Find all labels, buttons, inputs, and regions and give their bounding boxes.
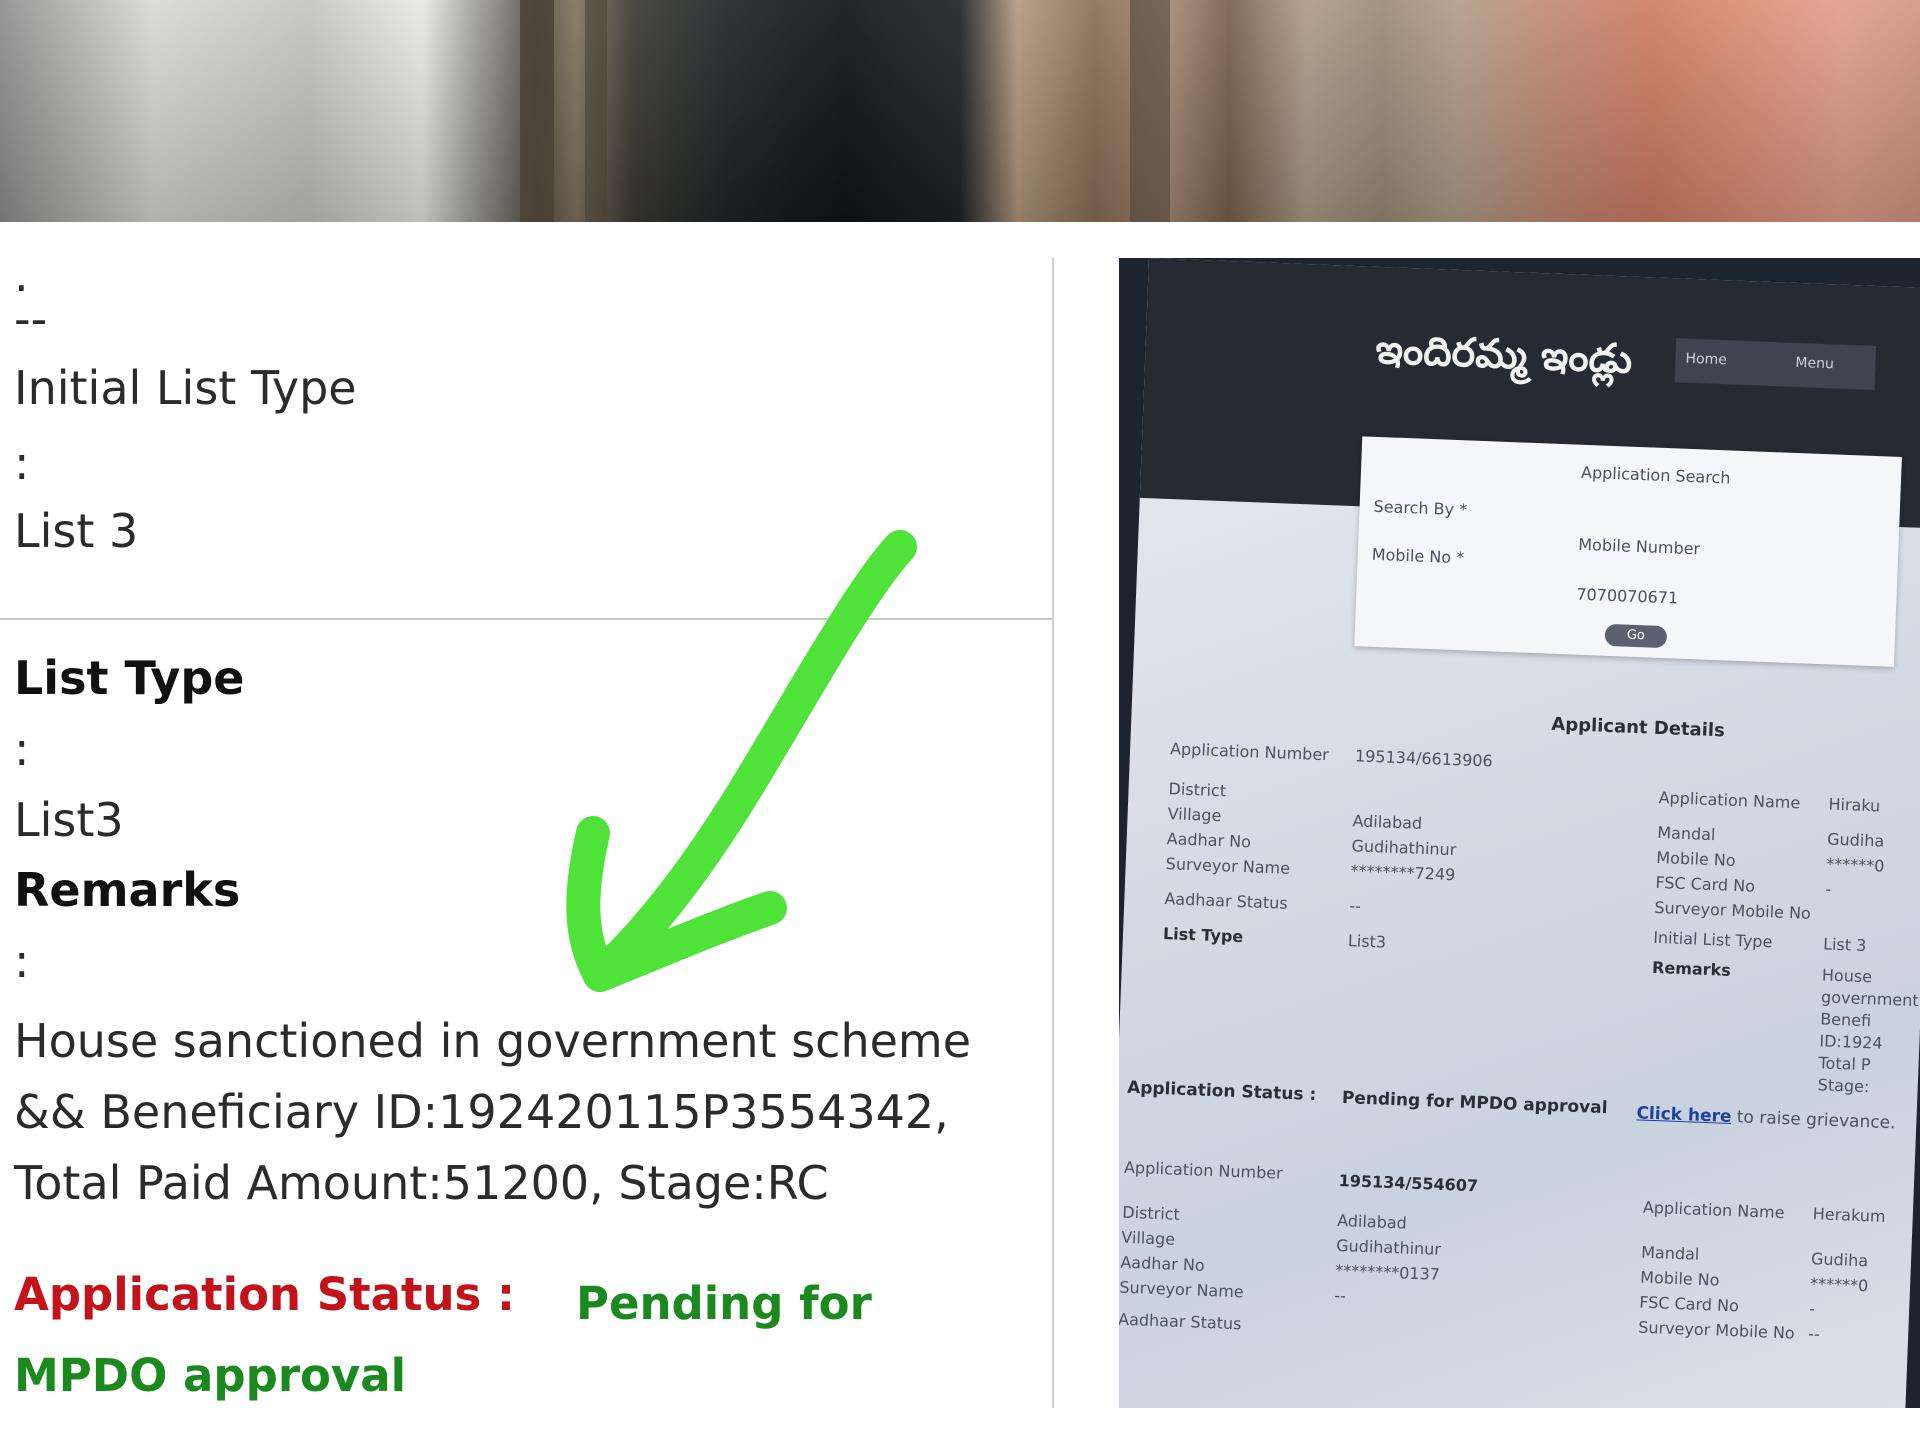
document-menu: Home Menu bbox=[1674, 338, 1877, 390]
initial-list-type-label: Initial List Type bbox=[14, 361, 357, 415]
application-search-box: Application Search Search By * Mobile Nu… bbox=[1354, 436, 1902, 667]
dashes-text: -- bbox=[14, 292, 48, 346]
field-value: -- bbox=[1807, 1324, 1821, 1344]
field-value: List3 bbox=[1347, 931, 1387, 952]
mobile-value: 7070070671 bbox=[1576, 584, 1679, 608]
menu-home: Home bbox=[1685, 350, 1728, 369]
field-value: Hiraku bbox=[1828, 794, 1881, 816]
photo-wood-pole bbox=[1130, 0, 1170, 222]
field-value: Gudihathinur bbox=[1335, 1235, 1442, 1259]
remarks-label: Remarks bbox=[14, 863, 241, 917]
field-value: Gudiha bbox=[1810, 1249, 1869, 1271]
field-value: ******0 bbox=[1825, 854, 1885, 876]
grievance-suffix: to raise grievance. bbox=[1736, 1107, 1896, 1134]
applicant-details-title: Applicant Details bbox=[1550, 713, 1726, 742]
menu-item: Menu bbox=[1795, 354, 1835, 373]
application-status-label: Application Status : bbox=[14, 1268, 515, 1321]
field-value: Herakum bbox=[1812, 1204, 1886, 1226]
photo-wood-pole bbox=[520, 0, 554, 222]
list-type-value: List3 bbox=[14, 793, 124, 847]
field-label: Aadhar No bbox=[1166, 829, 1252, 852]
doc-status-value: Pending for MPDO approval bbox=[1341, 1088, 1608, 1119]
field-label: Application Number bbox=[1123, 1157, 1284, 1183]
initial-list-type-value: List 3 bbox=[14, 504, 139, 558]
field-value: - bbox=[1824, 879, 1832, 899]
field-label: Village bbox=[1121, 1227, 1176, 1249]
field-value: ********0137 bbox=[1334, 1260, 1441, 1284]
application-info-panel: . -- Initial List Type : List 3 List Typ… bbox=[0, 248, 1054, 1408]
document-photo: ఇందిరమ్మ ఇండ్లు Home Menu Application Se… bbox=[1119, 258, 1920, 1408]
field-label: List Type bbox=[1162, 924, 1244, 947]
search-by-label: Search By * bbox=[1373, 496, 1468, 520]
field-label: Application Name bbox=[1658, 787, 1801, 813]
field-value: Gudiha bbox=[1826, 829, 1885, 851]
field-label: Surveyor Name bbox=[1165, 854, 1291, 878]
field-label: Application Number bbox=[1169, 739, 1330, 765]
field-label: FSC Card No bbox=[1655, 872, 1756, 896]
mobile-label: Mobile No * bbox=[1371, 544, 1465, 568]
field-label: Application Name bbox=[1642, 1197, 1785, 1223]
remarks-value: House sanctioned in government scheme &&… bbox=[14, 1014, 972, 1210]
field-label: FSC Card No bbox=[1638, 1292, 1740, 1316]
list-type-label: List Type bbox=[14, 651, 245, 705]
field-value: 195134/554607 bbox=[1338, 1170, 1479, 1196]
field-value: Gudihathinur bbox=[1351, 836, 1457, 860]
field-value: -- bbox=[1348, 896, 1362, 916]
colon-separator: : bbox=[14, 436, 30, 490]
printed-document: ఇందిరమ్మ ఇండ్లు Home Menu Application Se… bbox=[1119, 258, 1920, 1408]
field-value: -- bbox=[1333, 1285, 1347, 1306]
field-label: Aadhaar Status bbox=[1164, 889, 1289, 913]
field-value: Adilabad bbox=[1352, 811, 1423, 833]
field-label: Initial List Type bbox=[1652, 927, 1773, 952]
field-label: District bbox=[1121, 1202, 1181, 1224]
field-value: 195134/6613906 bbox=[1354, 746, 1494, 771]
field-label: Mobile No bbox=[1655, 847, 1736, 870]
field-label: Mandal bbox=[1656, 822, 1716, 845]
grievance-text: Click here to raise grievance. bbox=[1636, 1103, 1896, 1133]
document-title: ఇందిరమ్మ ఇండ్లు bbox=[1374, 326, 1634, 383]
doc-status-label: Application Status : bbox=[1126, 1077, 1317, 1106]
field-value: House government Benefi ID:1924 Total P … bbox=[1817, 965, 1919, 1097]
colon-separator: : bbox=[14, 722, 30, 776]
field-label: Remarks bbox=[1651, 957, 1732, 980]
field-label: Surveyor Mobile No bbox=[1654, 897, 1812, 923]
search-title: Application Search bbox=[1580, 462, 1731, 488]
field-label: Surveyor Name bbox=[1119, 1277, 1245, 1302]
colon-separator: : bbox=[14, 934, 30, 988]
search-by-value: Mobile Number bbox=[1577, 534, 1701, 559]
field-label: Mobile No bbox=[1639, 1267, 1720, 1290]
field-label: Aadhar No bbox=[1120, 1252, 1206, 1275]
field-label: Surveyor Mobile No bbox=[1637, 1317, 1796, 1343]
field-value: ******0 bbox=[1809, 1274, 1869, 1296]
field-label: Aadhaar Status bbox=[1119, 1309, 1242, 1334]
field-label: District bbox=[1168, 779, 1227, 801]
section-divider bbox=[0, 618, 1054, 620]
field-value: Adilabad bbox=[1336, 1210, 1408, 1233]
field-value: ********7249 bbox=[1350, 861, 1456, 885]
grievance-link: Click here bbox=[1636, 1103, 1732, 1127]
photo-shade bbox=[0, 0, 1920, 222]
field-value: - bbox=[1808, 1299, 1816, 1319]
field-label: Village bbox=[1167, 804, 1222, 826]
top-photo bbox=[0, 0, 1920, 222]
field-label: Mandal bbox=[1640, 1242, 1700, 1264]
go-button: Go bbox=[1604, 623, 1668, 649]
field-value: List 3 bbox=[1822, 934, 1867, 956]
photo-wood-pole bbox=[585, 0, 607, 222]
